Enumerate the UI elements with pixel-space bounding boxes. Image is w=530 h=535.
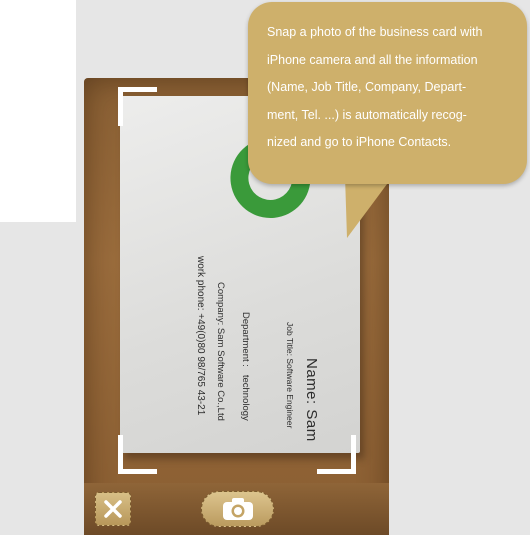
card-job-title: Job Title: Software Engineer <box>285 322 295 429</box>
frame-corner-bottom-right <box>317 435 356 474</box>
tooltip-line: Snap a photo of the business card with <box>267 25 483 39</box>
capture-button[interactable] <box>201 491 274 527</box>
card-company: Company: Sam Software Co.,Ltd <box>215 282 226 421</box>
card-phone: work phone: +49(0)80 98/765 43-21 <box>195 256 206 416</box>
frame-corner-top-left <box>118 87 157 126</box>
tooltip-line: ment, Tel. ...) is automatically recog- <box>267 107 467 122</box>
camera-icon <box>222 498 253 520</box>
card-department: Department : technology <box>240 312 251 421</box>
info-tooltip: Snap a photo of the business card with i… <box>248 2 527 184</box>
card-name: Name: Sam <box>303 358 320 442</box>
tooltip-line: nized and go to iPhone Contacts. <box>267 135 452 149</box>
close-icon <box>104 500 122 518</box>
tooltip-tail <box>345 176 393 238</box>
tooltip-line: (Name, Job Title, Company, Depart- <box>267 80 467 94</box>
close-button[interactable] <box>95 492 131 526</box>
side-panel <box>0 0 76 222</box>
frame-corner-bottom-left <box>118 435 157 474</box>
tooltip-line: iPhone camera and all the information <box>267 52 478 67</box>
